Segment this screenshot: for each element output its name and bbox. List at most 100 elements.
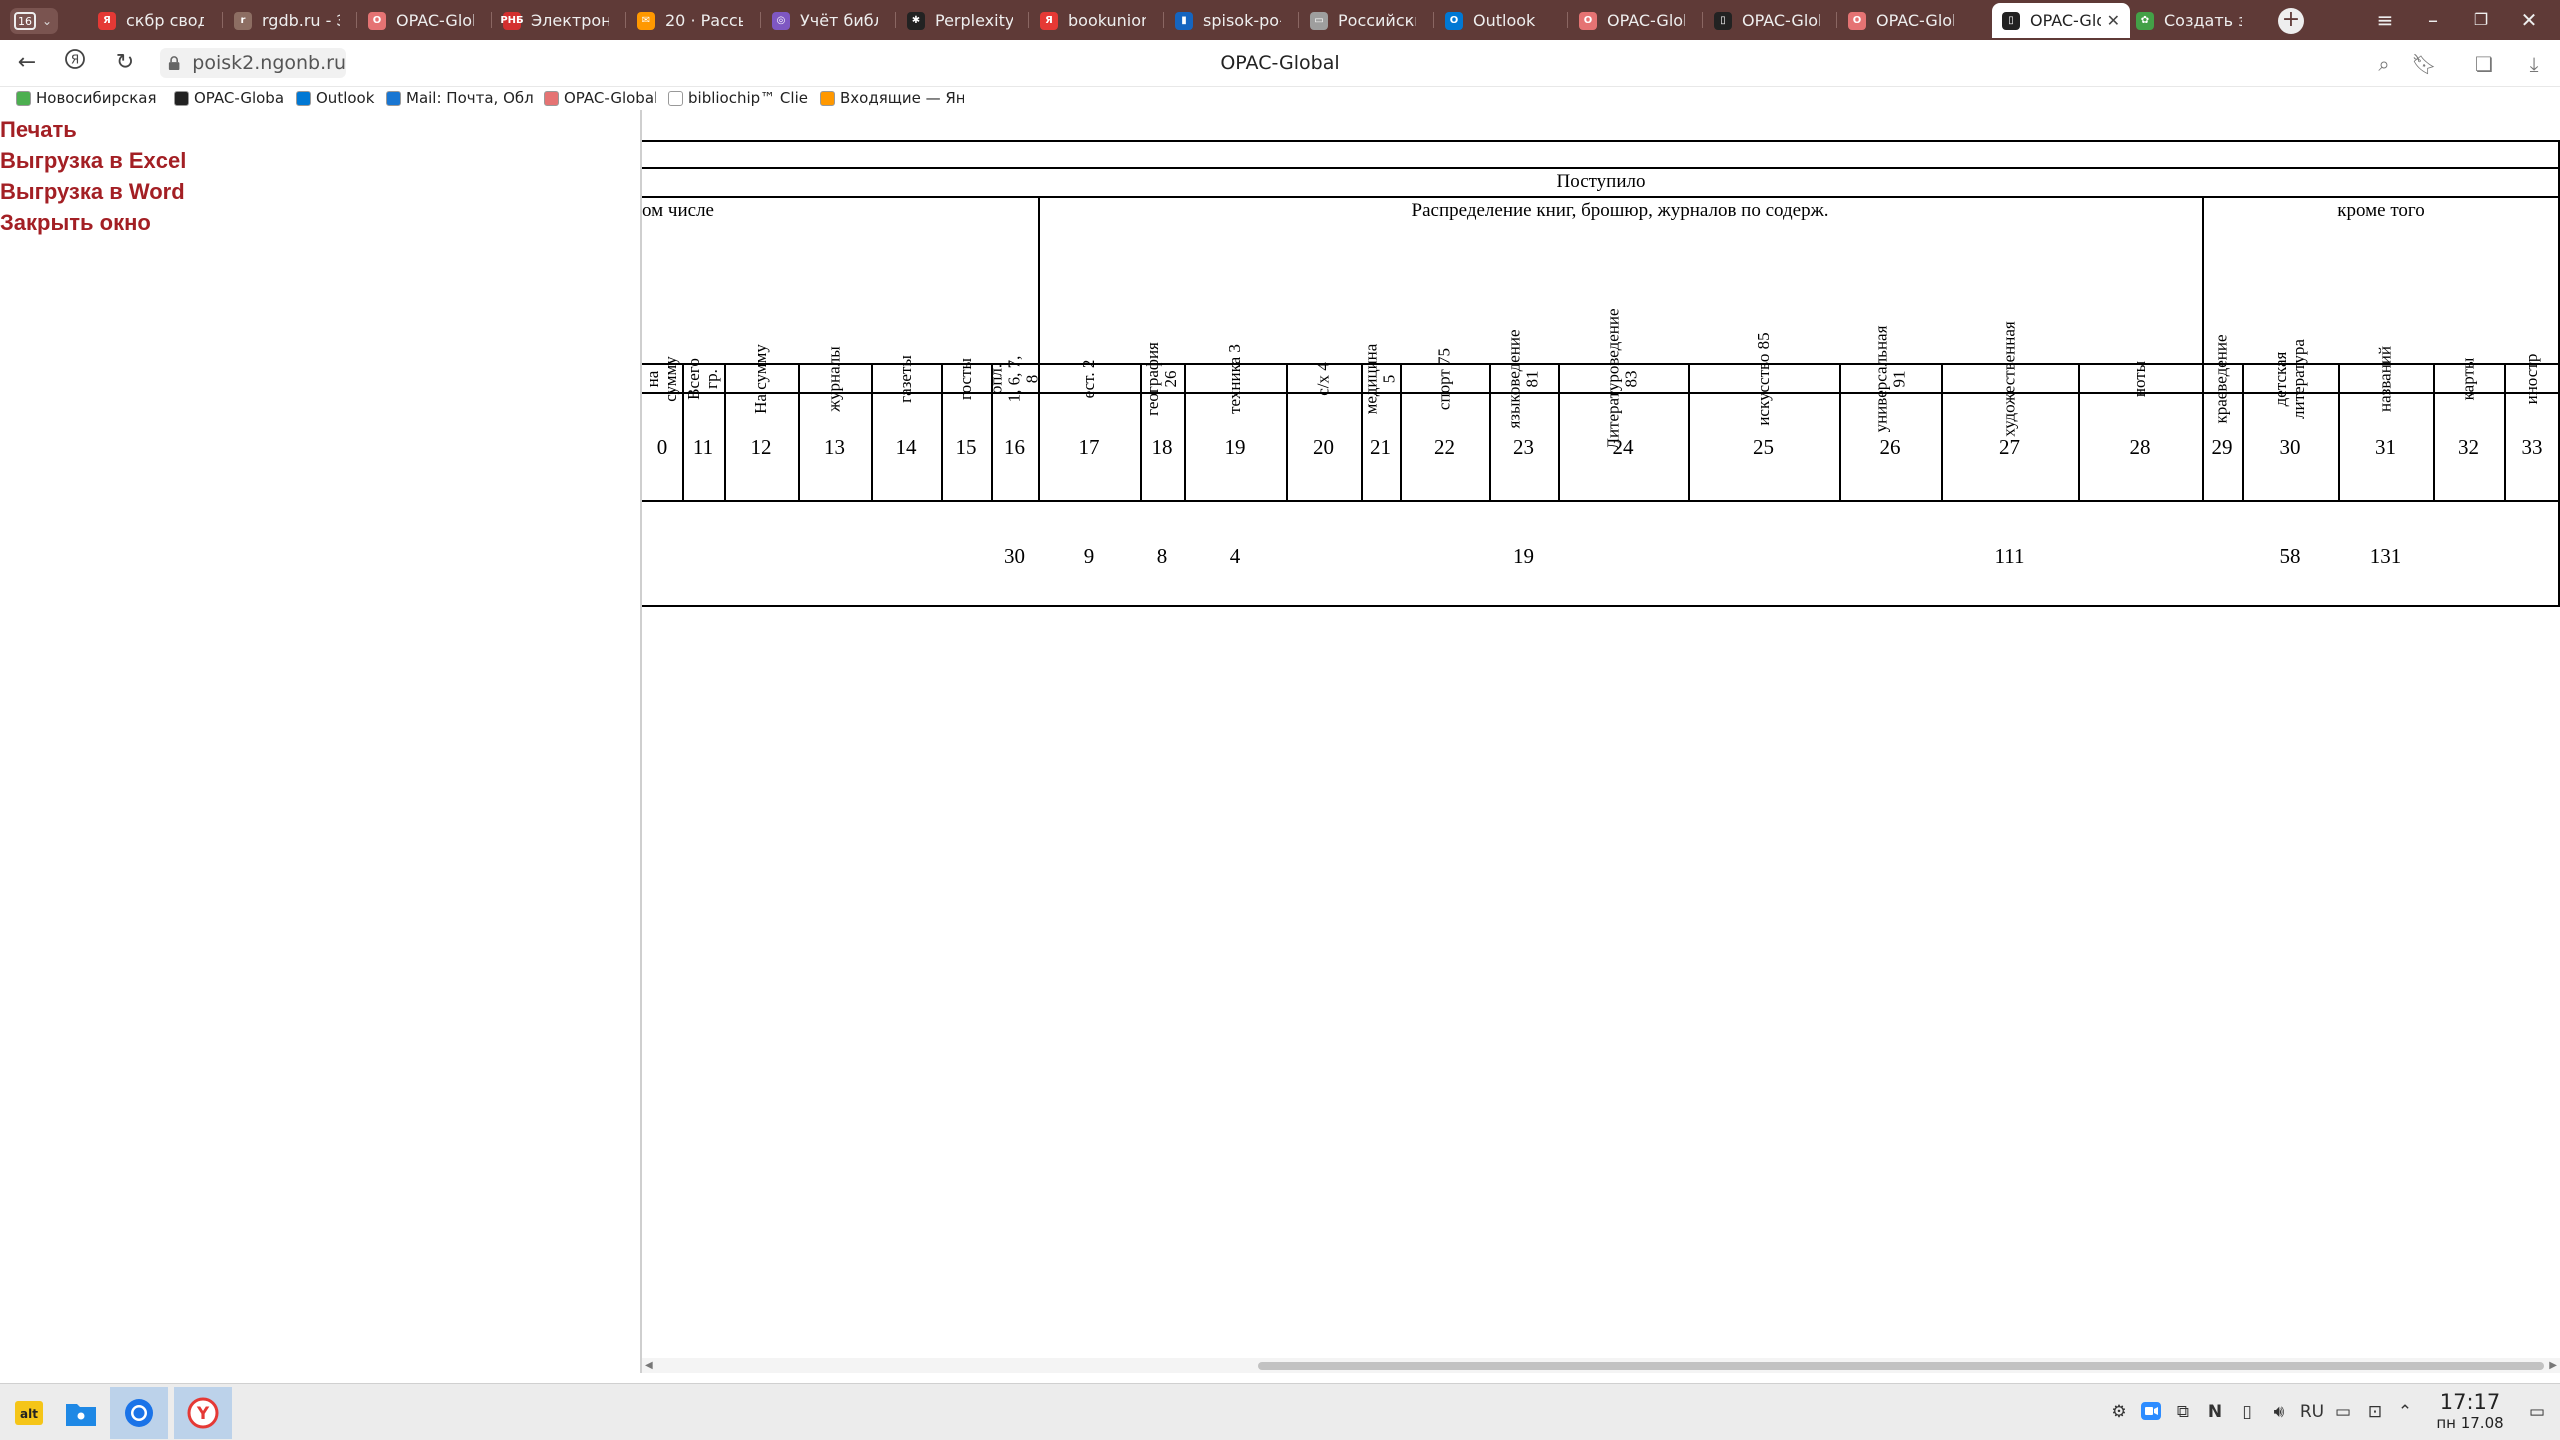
column-number: 19	[1224, 434, 1246, 459]
browser-tab[interactable]: ◎ Учёт библи	[762, 3, 888, 38]
column-number: 0	[656, 434, 668, 459]
export-word-link[interactable]: Выгрузка в Word	[0, 176, 640, 207]
bookmark-item[interactable]: Outlook	[296, 89, 376, 107]
n-app-icon[interactable]: N	[2202, 1402, 2228, 1422]
browser-tab[interactable]: O OPAC-Globa	[358, 3, 484, 38]
url-field[interactable]: poisk2.ngonb.ru	[160, 48, 346, 78]
column-number: 21	[1370, 434, 1391, 459]
bookmark-label: bibliochip™ Client	[688, 89, 808, 107]
bookmark-label: Входящие — Янд	[840, 89, 964, 107]
bookmark-label: Outlook	[316, 89, 375, 107]
data-cell: 9	[1083, 543, 1095, 568]
url-text: poisk2.ngonb.ru	[192, 52, 346, 74]
reload-button[interactable]: ↻	[110, 48, 140, 78]
download-icon[interactable]: ⤓	[2520, 50, 2548, 78]
network-icon[interactable]: ▭	[2330, 1402, 2356, 1422]
column-number: 33	[2521, 434, 2543, 459]
browser-tab[interactable]: ▯ OPAC-Glo ✕	[1992, 3, 2130, 38]
browser-tab[interactable]: O Outlook	[1435, 3, 1561, 38]
bookmark-icon[interactable]: 🔖︎	[2410, 50, 2438, 78]
bookmark-item[interactable]: OPAC-Global	[174, 89, 284, 107]
browser-tab[interactable]: Яbookunion.r	[1030, 3, 1156, 38]
show-desktop-icon[interactable]: ▭	[2524, 1402, 2550, 1422]
folder-icon	[66, 1404, 96, 1426]
new-tab-button[interactable]: +	[2278, 8, 2304, 34]
close-window-link[interactable]: Закрыть окно	[0, 207, 640, 238]
tab-title: OPAC-Globa	[1607, 11, 1685, 30]
tab-favicon-icon: ✿	[2136, 11, 2154, 30]
column-number: 32	[2458, 434, 2479, 459]
scrollbar-thumb[interactable]	[1258, 1362, 2544, 1370]
column-number: 13	[824, 434, 845, 459]
chromium-button[interactable]	[110, 1387, 168, 1439]
yandex-browser-button[interactable]: Y	[174, 1387, 232, 1439]
column-header: география 26	[1140, 342, 1184, 416]
language-indicator[interactable]: RU	[2298, 1402, 2326, 1422]
received-heading: Поступило	[1556, 171, 1646, 192]
tab-separator	[222, 12, 223, 28]
data-cell	[2433, 502, 2504, 610]
column-header: краеведение	[2202, 334, 2242, 423]
close-window-icon[interactable]: ✕	[2514, 8, 2544, 32]
tab-title: Электронн	[531, 11, 609, 30]
horizontal-scrollbar[interactable]: ◀ ▶	[642, 1358, 2560, 1373]
export-excel-link[interactable]: Выгрузка в Excel	[0, 145, 640, 176]
scroll-left-icon[interactable]: ◀	[645, 1358, 653, 1373]
bookmark-item[interactable]: bibliochip™ Client	[668, 89, 808, 107]
tab-counter-button[interactable]: 16 ⌄	[10, 8, 58, 34]
browser-tab[interactable]: ✉ 20 · Рассылк	[627, 3, 753, 38]
notifications-icon[interactable]: ⚙︎	[2106, 1402, 2132, 1422]
action-panel: Печать Выгрузка в Excel Выгрузка в Word …	[0, 114, 640, 238]
close-tab-icon[interactable]: ✕	[2107, 11, 2120, 30]
data-cell: 19	[1513, 543, 1534, 568]
data-cell	[2202, 502, 2242, 610]
data-cell	[2078, 502, 2202, 610]
browser-tab[interactable]: РНБ Электронн	[493, 3, 619, 38]
display-icon[interactable]: ⊡	[2362, 1402, 2388, 1422]
column-number: 30	[2279, 434, 2301, 459]
bookmark-item[interactable]: Mail: Почта, Обл	[386, 89, 534, 107]
file-manager-button[interactable]	[52, 1387, 110, 1439]
browser-tab[interactable]: ✿ Создать зад	[2126, 3, 2252, 38]
grid-line	[642, 167, 2560, 169]
column-header: Всего гр.	[682, 358, 724, 400]
browser-tab[interactable]: O OPAC-Globa	[1569, 3, 1695, 38]
tab-separator	[1028, 12, 1029, 28]
zoom-app-icon[interactable]	[2138, 1402, 2164, 1425]
collections-icon[interactable]: ❏	[2470, 50, 2498, 78]
tab-separator	[625, 12, 626, 28]
back-button[interactable]: ←	[12, 48, 42, 78]
data-cell: 58	[2279, 543, 2301, 568]
column-number: 23	[1513, 434, 1534, 459]
restore-icon[interactable]: ❐	[2466, 10, 2496, 29]
data-cell	[1400, 502, 1489, 610]
browser-tab[interactable]: Яскбр сводн	[88, 3, 214, 38]
battery-icon[interactable]: ▯	[2234, 1402, 2260, 1422]
zoom-icon[interactable]: ⌕	[2370, 50, 2398, 78]
minimize-icon[interactable]: –	[2418, 8, 2448, 32]
browser-tab[interactable]: ▮ spisok-po-m	[1165, 3, 1291, 38]
volume-icon[interactable]: 🔊︎	[2266, 1402, 2292, 1422]
data-cell	[1286, 502, 1361, 610]
scroll-right-icon[interactable]: ▶	[2549, 1358, 2557, 1373]
print-link[interactable]: Печать	[0, 114, 640, 145]
tab-favicon-icon: r	[234, 11, 252, 30]
browser-tab[interactable]: O OPAC-Globa	[1838, 3, 1964, 38]
browser-tab[interactable]: ✱ Perplexity	[897, 3, 1023, 38]
menu-icon[interactable]: ≡	[2370, 8, 2400, 32]
bookmark-item[interactable]: Новосибирская с	[16, 89, 160, 107]
clock[interactable]: 17:17 пн 17.08	[2410, 1390, 2530, 1432]
tab-title: 20 · Рассылк	[665, 11, 743, 30]
browser-tab[interactable]: r rgdb.ru - Эл	[224, 3, 350, 38]
yandex-button[interactable]: Я	[60, 48, 90, 78]
column-number: 29	[2211, 434, 2233, 459]
app-launcher-button[interactable]: alt	[0, 1387, 58, 1439]
bookmark-item[interactable]: Входящие — Янд	[820, 89, 964, 107]
tab-separator	[1702, 12, 1703, 28]
clipboard-icon[interactable]: ⧉	[2170, 1402, 2196, 1422]
bookmark-label: OPAC-Global	[194, 89, 284, 107]
bookmark-item[interactable]: OPAC-Global	[544, 89, 656, 107]
tab-separator	[491, 12, 492, 28]
browser-tab[interactable]: ▭ Российский	[1300, 3, 1426, 38]
browser-tab[interactable]: ▯ OPAC-Globa	[1704, 3, 1830, 38]
